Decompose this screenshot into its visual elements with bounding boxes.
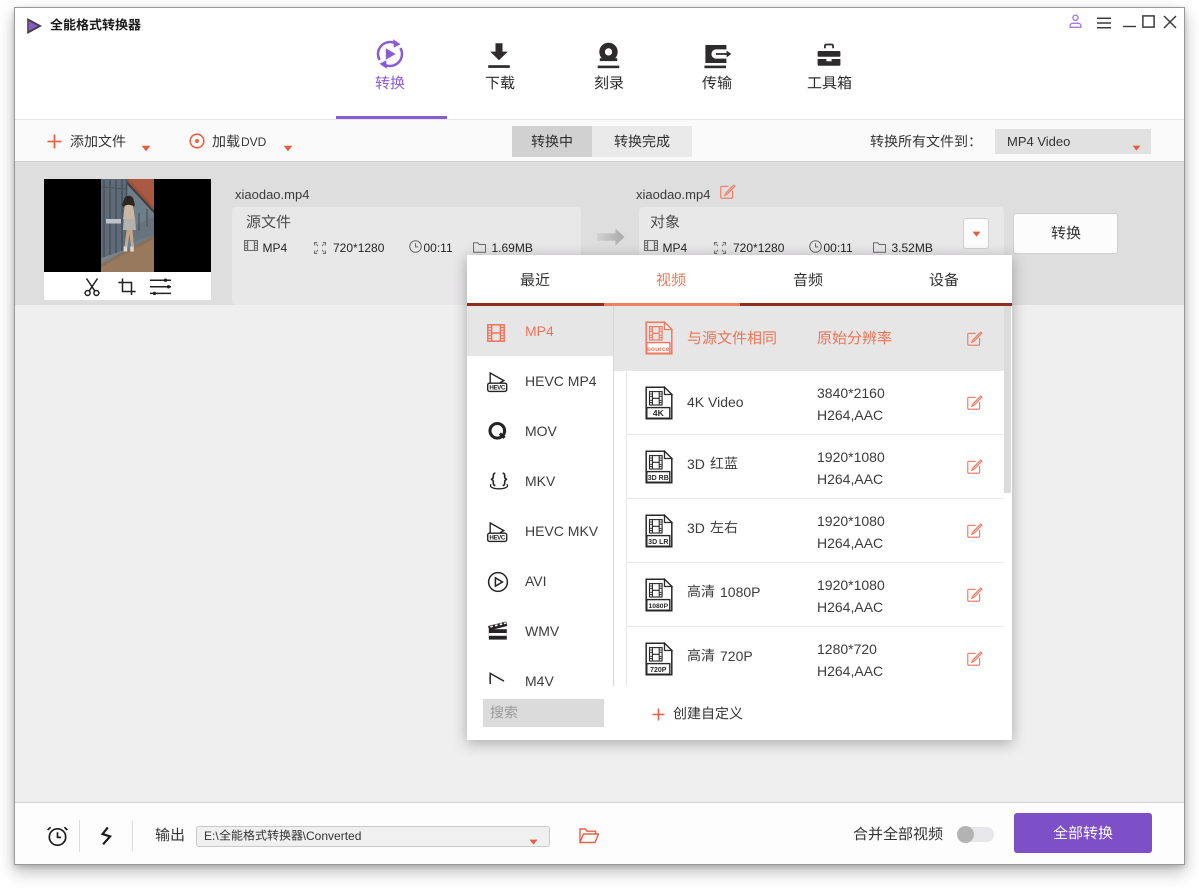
svg-text:3D LR: 3D LR — [648, 539, 668, 546]
svg-text:3D RB: 3D RB — [648, 475, 669, 482]
svg-text:HEVC: HEVC — [489, 385, 506, 392]
svg-text:HEVC: HEVC — [489, 535, 506, 542]
svg-text:720P: 720P — [650, 667, 667, 674]
svg-text:4K: 4K — [653, 408, 665, 418]
svg-text:source: source — [647, 346, 670, 353]
svg-text:1080P: 1080P — [648, 603, 668, 610]
